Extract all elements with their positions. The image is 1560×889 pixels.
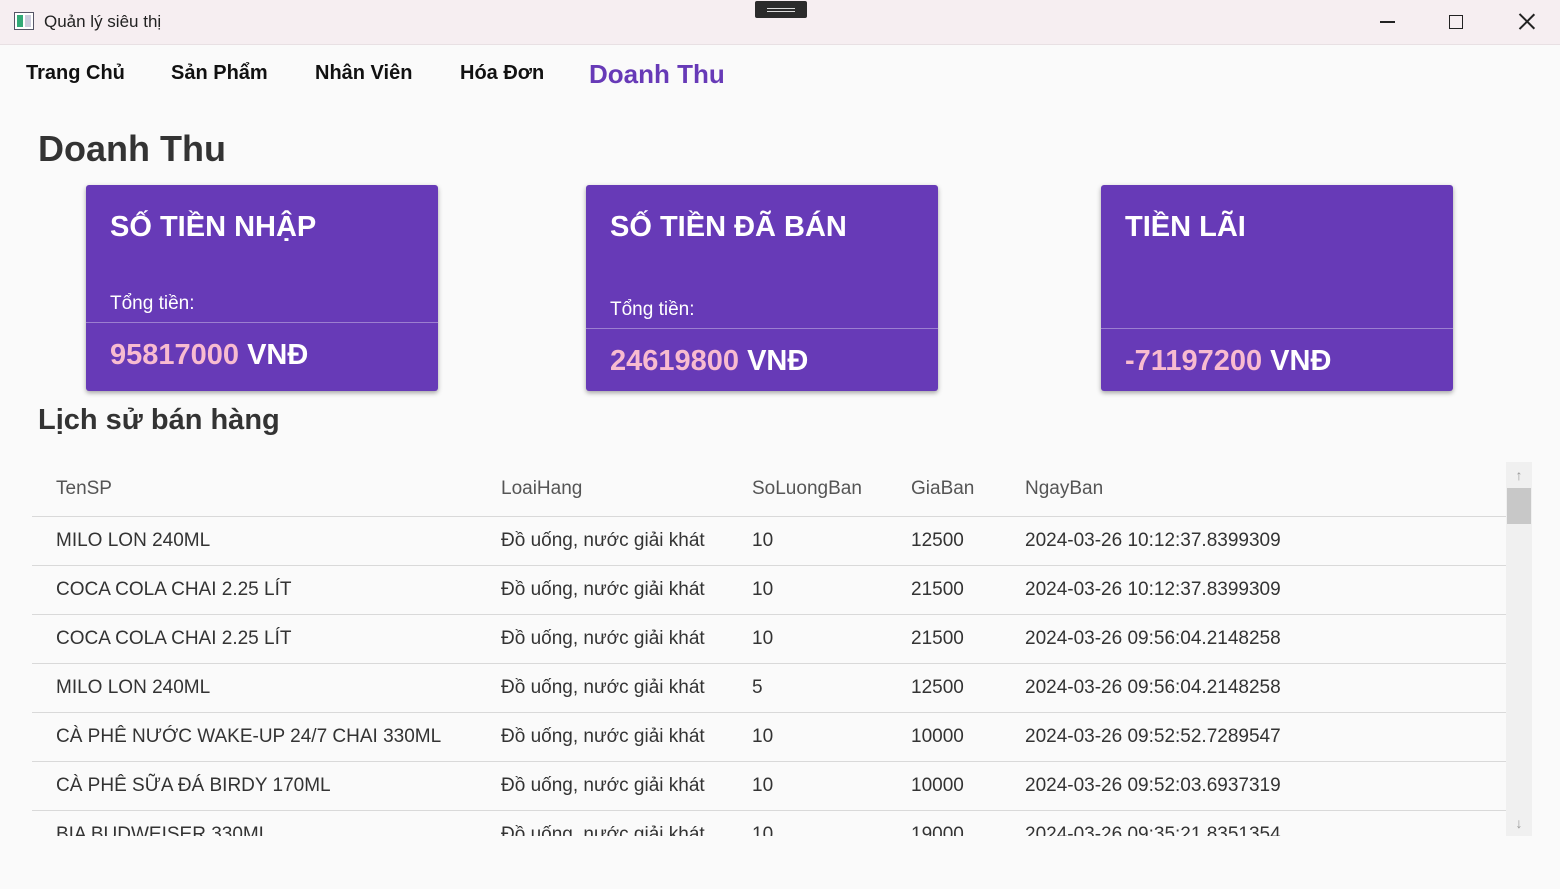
window-titlebar: Quản lý siêu thị [0, 0, 1560, 45]
card-currency: VNĐ [247, 339, 309, 371]
cell-giaban: 12500 [911, 677, 964, 698]
cell-ngayban: 2024-03-26 10:12:37.8399309 [1025, 530, 1281, 551]
cell-soluongban: 10 [752, 824, 774, 836]
nav-item-nhan-vien[interactable]: Nhân Viên [315, 62, 412, 85]
cell-soluongban: 10 [752, 530, 774, 551]
cell-loaihang: Đồ uống, nước giải khát [501, 726, 705, 747]
sales-history-table: TenSP LoaiHang SoLuongBan GiaBan NgayBan… [32, 462, 1506, 836]
table-row[interactable]: BIA BUDWEISER 330ML Đồ uống, nước giải k… [32, 811, 1506, 836]
cell-ngayban: 2024-03-26 09:52:03.6937319 [1025, 775, 1281, 796]
card-heading: TIỀN LÃI [1125, 211, 1246, 243]
cell-soluongban: 10 [752, 726, 774, 747]
cell-tensp: COCA COLA CHAI 2.25 LÍT [56, 628, 292, 649]
card-heading: SỐ TIỀN ĐÃ BÁN [610, 211, 847, 243]
cell-soluongban: 5 [752, 677, 763, 698]
cell-loaihang: Đồ uống, nước giải khát [501, 677, 705, 698]
minimize-icon [1380, 21, 1395, 23]
app-icon [14, 12, 34, 30]
cell-giaban: 19000 [911, 824, 964, 836]
cell-tensp: MILO LON 240ML [56, 530, 211, 551]
card-divider [586, 328, 938, 329]
main-nav: Trang Chủ Sản Phẩm Nhân Viên Hóa Đơn Doa… [0, 44, 1560, 108]
table-row[interactable]: CÀ PHÊ SỮA ĐÁ BIRDY 170ML Đồ uống, nước … [32, 762, 1506, 811]
cell-tensp: CÀ PHÊ NƯỚC WAKE-UP 24/7 CHAI 330ML [56, 726, 442, 747]
card-heading: SỐ TIỀN NHẬP [110, 211, 317, 243]
cell-giaban: 10000 [911, 726, 964, 747]
page-title: Doanh Thu [38, 128, 226, 169]
drag-handle-icon[interactable] [755, 1, 807, 18]
card-total-label: Tổng tiền: [110, 293, 195, 314]
card-amount: -71197200 [1125, 345, 1263, 377]
cell-tensp: CÀ PHÊ SỮA ĐÁ BIRDY 170ML [56, 775, 331, 796]
nav-item-hoa-don[interactable]: Hóa Đơn [460, 62, 544, 85]
cell-tensp: COCA COLA CHAI 2.25 LÍT [56, 579, 292, 600]
scroll-down-arrow-icon[interactable]: ↓ [1506, 810, 1532, 836]
scroll-thumb[interactable] [1507, 488, 1531, 524]
column-header-soluongban[interactable]: SoLuongBan [752, 478, 862, 500]
cell-ngayban: 2024-03-26 09:52:52.7289547 [1025, 726, 1281, 747]
column-header-loaihang[interactable]: LoaiHang [501, 478, 582, 500]
column-header-giaban[interactable]: GiaBan [911, 478, 974, 500]
cell-ngayban: 2024-03-26 10:12:37.8399309 [1025, 579, 1281, 600]
card-value: -71197200 VNĐ [1125, 345, 1331, 378]
nav-item-doanh-thu[interactable]: Doanh Thu [589, 59, 725, 90]
card-value: 95817000 VNĐ [110, 339, 308, 372]
cell-loaihang: Đồ uống, nước giải khát [501, 530, 705, 551]
close-button[interactable] [1491, 0, 1560, 44]
card-divider [86, 322, 438, 323]
cell-ngayban: 2024-03-26 09:35:21.8351354 [1025, 824, 1281, 836]
cell-ngayban: 2024-03-26 09:56:04.2148258 [1025, 677, 1281, 698]
cell-giaban: 10000 [911, 775, 964, 796]
cell-soluongban: 10 [752, 775, 774, 796]
card-amount: 24619800 [610, 345, 740, 377]
close-icon [1518, 13, 1535, 30]
cell-loaihang: Đồ uống, nước giải khát [501, 628, 705, 649]
scroll-up-arrow-icon[interactable]: ↑ [1506, 462, 1532, 488]
cell-loaihang: Đồ uống, nước giải khát [501, 824, 705, 836]
nav-item-san-pham[interactable]: Sản Phẩm [171, 62, 268, 85]
maximize-icon [1449, 15, 1463, 29]
cell-giaban: 21500 [911, 579, 964, 600]
cell-loaihang: Đồ uống, nước giải khát [501, 775, 705, 796]
minimize-button[interactable] [1352, 0, 1422, 44]
card-total-label: Tổng tiền: [610, 299, 695, 320]
card-tien-lai: TIỀN LÃI -71197200 VNĐ [1101, 185, 1453, 391]
table-row[interactable]: CÀ PHÊ NƯỚC WAKE-UP 24/7 CHAI 330ML Đồ u… [32, 713, 1506, 762]
card-amount: 95817000 [110, 339, 240, 371]
card-so-tien-nhap: SỐ TIỀN NHẬP Tổng tiền: 95817000 VNĐ [86, 185, 438, 391]
table-header-row: TenSP LoaiHang SoLuongBan GiaBan NgayBan [32, 462, 1506, 517]
table-row[interactable]: COCA COLA CHAI 2.25 LÍT Đồ uống, nước gi… [32, 566, 1506, 615]
table-row[interactable]: COCA COLA CHAI 2.25 LÍT Đồ uống, nước gi… [32, 615, 1506, 664]
nav-item-trang-chu[interactable]: Trang Chủ [26, 62, 125, 85]
cell-ngayban: 2024-03-26 09:56:04.2148258 [1025, 628, 1281, 649]
cell-soluongban: 10 [752, 628, 774, 649]
table-row[interactable]: MILO LON 240ML Đồ uống, nước giải khát 5… [32, 664, 1506, 713]
cell-tensp: MILO LON 240ML [56, 677, 211, 698]
table-scrollbar[interactable]: ↑ ↓ [1506, 462, 1532, 836]
table-row[interactable]: MILO LON 240ML Đồ uống, nước giải khát 1… [32, 517, 1506, 566]
cell-tensp: BIA BUDWEISER 330ML [56, 824, 270, 836]
card-value: 24619800 VNĐ [610, 345, 808, 378]
maximize-button[interactable] [1421, 0, 1491, 44]
cell-soluongban: 10 [752, 579, 774, 600]
window-title: Quản lý siêu thị [44, 12, 162, 31]
column-header-tensp[interactable]: TenSP [56, 478, 112, 500]
card-so-tien-da-ban: SỐ TIỀN ĐÃ BÁN Tổng tiền: 24619800 VNĐ [586, 185, 938, 391]
card-currency: VNĐ [1270, 345, 1332, 377]
column-header-ngayban[interactable]: NgayBan [1025, 478, 1103, 500]
card-currency: VNĐ [747, 345, 809, 377]
cell-giaban: 12500 [911, 530, 964, 551]
card-divider [1101, 328, 1453, 329]
cell-loaihang: Đồ uống, nước giải khát [501, 579, 705, 600]
cell-giaban: 21500 [911, 628, 964, 649]
sales-history-title: Lịch sử bán hàng [38, 404, 280, 436]
